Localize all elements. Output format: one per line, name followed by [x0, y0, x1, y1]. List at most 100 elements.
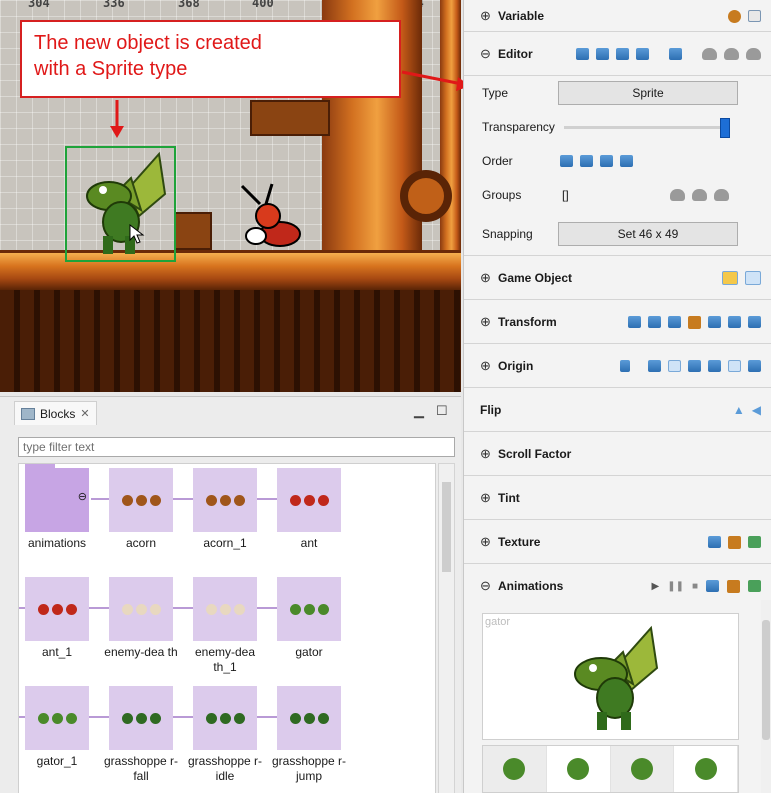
select-group-icon[interactable] [746, 48, 761, 60]
transparency-row: Transparency [464, 110, 771, 144]
lightning-icon[interactable] [722, 271, 738, 285]
block-item[interactable]: gator_1 [19, 682, 103, 782]
animation-frame[interactable] [610, 746, 675, 792]
section-scroll-factor[interactable]: ⊕ Scroll Factor [464, 432, 771, 476]
transparency-slider[interactable] [564, 126, 724, 129]
collapse-icon[interactable]: ⊖ [480, 46, 492, 62]
expand-icon[interactable]: ⊕ [480, 270, 492, 286]
section-title: Animations [498, 579, 564, 593]
block-item[interactable]: ant [271, 464, 355, 564]
sprite-frame-icon [205, 603, 217, 615]
type-button[interactable]: Sprite [558, 81, 738, 105]
block-item[interactable]: enemy-dea th [103, 573, 187, 673]
origin-right-icon[interactable] [688, 360, 701, 372]
move-down-icon[interactable] [596, 48, 609, 60]
move-top-icon[interactable] [600, 155, 613, 167]
blocks-view: Blocks ✕ ▁ ☐ type filter text ⊖ animation… [0, 396, 461, 793]
export-icon[interactable] [748, 580, 761, 592]
eye-icon[interactable] [745, 271, 761, 285]
origin-left-icon[interactable] [648, 360, 661, 372]
block-item[interactable]: gator [271, 573, 355, 673]
home-icon[interactable] [688, 315, 701, 329]
properties-scrollbar[interactable] [761, 600, 771, 793]
filter-input[interactable]: type filter text [18, 437, 455, 457]
texture-select-icon[interactable] [708, 536, 721, 548]
origin-center-icon[interactable] [668, 360, 681, 372]
move-bottom-icon[interactable] [620, 155, 633, 167]
section-transform[interactable]: ⊕ Transform [464, 300, 771, 344]
expand-icon[interactable]: ⊕ [480, 490, 492, 506]
animation-select-icon[interactable] [706, 580, 719, 592]
wood-block [174, 212, 212, 250]
close-icon[interactable]: ✕ [80, 407, 89, 420]
edit-document-icon[interactable] [748, 10, 761, 22]
section-texture[interactable]: ⊕ Texture [464, 520, 771, 564]
reset-texture-icon[interactable] [748, 536, 761, 548]
expand-icon[interactable]: ⊕ [480, 534, 492, 550]
section-game-object[interactable]: ⊕ Game Object [464, 256, 771, 300]
play-icon[interactable]: ▶ [651, 581, 659, 592]
scale-tool-icon[interactable] [648, 316, 661, 328]
origin-middle-icon[interactable] [728, 360, 741, 372]
origin-crosshair-icon[interactable] [620, 360, 630, 372]
pause-icon[interactable]: ❚❚ [667, 581, 684, 592]
user-properties-icon[interactable] [728, 9, 741, 23]
type-row: Type Sprite [464, 76, 771, 110]
block-item[interactable]: grasshoppe r-jump [271, 682, 355, 783]
collapse-icon[interactable]: ⊖ [480, 578, 492, 594]
section-tint[interactable]: ⊕ Tint [464, 476, 771, 520]
add-to-group-icon[interactable] [702, 48, 717, 60]
align-right-icon[interactable] [748, 316, 761, 328]
remove-from-group-icon[interactable] [724, 48, 739, 60]
stop-icon[interactable]: ■ [692, 581, 698, 592]
group-icon[interactable] [669, 48, 682, 60]
section-title: Tint [498, 490, 520, 505]
expand-icon[interactable]: ⊕ [480, 358, 492, 374]
move-down-icon[interactable] [580, 155, 593, 167]
open-folder-icon[interactable] [727, 579, 740, 593]
block-item[interactable]: enemy-dea th_1 [187, 573, 271, 674]
section-variable[interactable]: ⊕ Variable [464, 0, 771, 32]
maximize-icon[interactable]: ☐ [436, 403, 448, 419]
flip-horizontal-icon[interactable]: ◀ [752, 403, 761, 417]
origin-bottom-icon[interactable] [748, 360, 761, 372]
section-editor[interactable]: ⊖ Editor [464, 32, 771, 76]
section-animations[interactable]: ⊖ Animations ▶ ❚❚ ■ [464, 564, 771, 608]
block-item[interactable]: ant_1 [19, 573, 103, 673]
block-item[interactable]: acorn_1 [187, 464, 271, 564]
expand-icon[interactable]: ⊕ [480, 314, 492, 330]
remove-from-group-icon[interactable] [692, 189, 707, 201]
expand-icon[interactable]: ⊕ [480, 446, 492, 462]
rotate-tool-icon[interactable] [668, 316, 681, 328]
snapping-button[interactable]: Set 46 x 49 [558, 221, 738, 246]
block-item[interactable]: acorn [103, 464, 187, 564]
blocks-scrollbar[interactable] [438, 463, 455, 793]
animation-frame[interactable] [674, 746, 738, 792]
block-item[interactable]: ⊖ animations [19, 464, 103, 564]
move-up-icon[interactable] [560, 155, 573, 167]
flip-vertical-icon[interactable]: ▲ [733, 403, 745, 417]
section-origin[interactable]: ⊕ Origin [464, 344, 771, 388]
scrollbar-thumb[interactable] [762, 620, 770, 740]
align-center-icon[interactable] [728, 316, 741, 328]
origin-top-icon[interactable] [708, 360, 721, 372]
open-folder-icon[interactable] [728, 535, 741, 549]
move-bottom-icon[interactable] [636, 48, 649, 60]
minimize-icon[interactable]: ▁ [414, 403, 424, 419]
type-label: Type [482, 86, 509, 100]
select-group-icon[interactable] [714, 189, 729, 201]
add-to-group-icon[interactable] [670, 189, 685, 201]
tab-blocks[interactable]: Blocks ✕ [14, 401, 97, 425]
animation-frame[interactable] [547, 746, 611, 792]
transparency-slider-thumb[interactable] [720, 118, 730, 138]
align-left-icon[interactable] [708, 316, 721, 328]
expand-icon[interactable]: ⊕ [480, 8, 492, 24]
block-item[interactable]: grasshoppe r-fall [103, 682, 187, 783]
move-up-icon[interactable] [576, 48, 589, 60]
block-item[interactable]: grasshoppe r-idle [187, 682, 271, 783]
animation-frame[interactable] [483, 746, 547, 792]
move-top-icon[interactable] [616, 48, 629, 60]
move-tool-icon[interactable] [628, 316, 641, 328]
scrollbar-thumb[interactable] [442, 482, 451, 572]
collapse-icon[interactable]: ⊖ [78, 490, 87, 503]
